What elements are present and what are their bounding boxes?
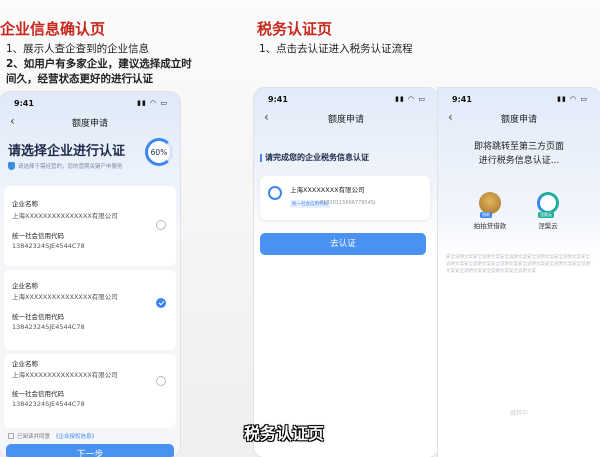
partner-tag: 涅槃云	[538, 212, 554, 218]
security-hint-text: 请选择于需经营的，您的营期关键产申服务	[18, 164, 123, 170]
tax-logo-icon	[268, 186, 282, 200]
company-name-label: 企业名称	[12, 360, 38, 368]
nav-title: 额度申请	[71, 119, 108, 129]
right-note-1: 1、点击去认证进入税务认证流程	[259, 43, 413, 55]
nav-title: 额度申请	[500, 115, 537, 125]
slide-canvas: 企业信息确认页 1、展示人查企查到的企业信息 2、如用户有多家企业，建议选择成立…	[0, 0, 600, 457]
right-section-title: 税务认证页	[257, 20, 333, 38]
agreement-link[interactable]: 《企业授权信息》	[53, 432, 97, 440]
heading-accent-bar	[260, 153, 262, 162]
status-icons: ▮▮ ◠ ▭	[137, 99, 168, 107]
partner-tag: 借款	[480, 212, 492, 218]
company-name: 上海XXXXXXXXXXXXXXX有限公司	[12, 212, 118, 220]
status-icons: ▮▮ ◠ ▭	[557, 95, 588, 103]
tax-company-card: 上海XXXXXXXX有限公司 统一社会信用代码 9131011566677854…	[260, 176, 430, 220]
phone-redirect: 9:41 ▮▮ ◠ ▭ ‹ 额度申请 即将跳转至第三方页面 进行税务信息认证..…	[438, 88, 600, 457]
phone-tax-verify: 9:41 ▮▮ ◠ ▭ ‹ 额度申请 请完成您的企业税务信息认证 上海XXXXX…	[254, 88, 438, 457]
credit-code-label: 统一社会信用代码	[12, 390, 64, 398]
moneybag-icon	[479, 192, 501, 214]
company-radio-2[interactable]	[156, 298, 166, 308]
company-name-label: 企业名称	[12, 200, 38, 208]
credit-code-label: 统一社会信用代码	[12, 232, 64, 240]
partner-name: 拍拍贷借款	[473, 222, 507, 230]
go-verify-button[interactable]: 去认证	[260, 233, 426, 255]
security-hint: 请选择于需经营的，您的营期关键产申服务	[8, 162, 123, 170]
redirect-line-2: 进行税务信息认证...	[478, 156, 560, 166]
company-name-label: 企业名称	[12, 282, 38, 290]
partner-name: 涅槃云	[538, 222, 558, 230]
agree-text: 已阅读并同意	[17, 434, 51, 440]
partner-paipaidai: 借款 拍拍贷借款	[470, 192, 510, 230]
credit-code-label: 统一社会信用代码	[12, 313, 64, 321]
agreement-row[interactable]: 已阅读并同意 《企业授权信息》	[8, 432, 97, 440]
progress-ring: 60%	[145, 138, 173, 166]
tax-heading: 请完成您的企业税务信息认证	[260, 152, 369, 163]
status-time: 9:41	[14, 99, 34, 108]
cloud-logo-icon	[537, 192, 559, 214]
company-name: 上海XXXXXXXXXXXXXXX有限公司	[12, 293, 118, 301]
company-card-3[interactable]: 企业名称 上海XXXXXXXXXXXXXXX有限公司 统一社会信用代码 1384…	[4, 354, 176, 428]
nav-title: 额度申请	[327, 115, 364, 125]
next-button[interactable]: 下一步	[6, 444, 174, 457]
credit-code: 13842324SJE4544C78	[12, 323, 85, 331]
company-card-2[interactable]: 企业名称 上海XXXXXXXXXXXXXXX有限公司 统一社会信用代码 1384…	[4, 270, 176, 350]
left-note-3: 间久，经营状态更好的进行认证	[6, 73, 153, 85]
company-card-1[interactable]: 企业名称 上海XXXXXXXXXXXXXXX有限公司 统一社会信用代码 1384…	[4, 186, 176, 266]
tax-company-name: 上海XXXXXXXX有限公司	[290, 186, 365, 194]
redirect-message: 即将跳转至第三方页面 进行税务信息认证...	[438, 140, 600, 168]
redirect-line-1: 即将跳转至第三方页面	[473, 142, 564, 152]
page-heading: 请选择企业进行认证	[8, 144, 126, 159]
agree-checkbox[interactable]	[8, 433, 14, 439]
left-section-title: 企业信息确认页	[0, 20, 106, 38]
credit-code: 13842324SJE4544C78	[12, 400, 85, 408]
credit-code: 13842324SJE4544C78	[12, 242, 85, 250]
company-radio-1[interactable]	[156, 220, 166, 230]
status-time: 9:41	[268, 95, 288, 104]
video-caption: 税务认证页	[244, 424, 325, 443]
security-disclaimer: 安全说明文案安全说明文案安全说明文案安全说明文案安全说明文案安全说明文案安全说明…	[446, 255, 590, 274]
tax-heading-text: 请完成您的企业税务信息认证	[265, 153, 369, 162]
shield-icon	[8, 162, 15, 170]
left-note-1: 1、展示人查企查到的企业信息	[6, 43, 150, 55]
company-name: 上海XXXXXXXXXXXXXXX有限公司	[12, 371, 118, 379]
company-radio-3[interactable]	[156, 376, 166, 386]
redirect-status-button: 跳转中	[509, 410, 528, 417]
left-note-2: 2、如用户有多家企业，建议选择成立时	[6, 58, 192, 70]
partner-niepan: 涅槃云 涅槃云	[528, 192, 568, 230]
phone-enterprise-confirm: 9:41 ▮▮ ◠ ▭ ‹ 额度申请 请选择企业进行认证 请选择于需经营的，您的…	[0, 92, 180, 457]
status-time: 9:41	[452, 95, 472, 104]
tax-credit-code: 91310115666778545J	[320, 200, 376, 206]
status-icons: ▮▮ ◠ ▭	[395, 95, 426, 103]
